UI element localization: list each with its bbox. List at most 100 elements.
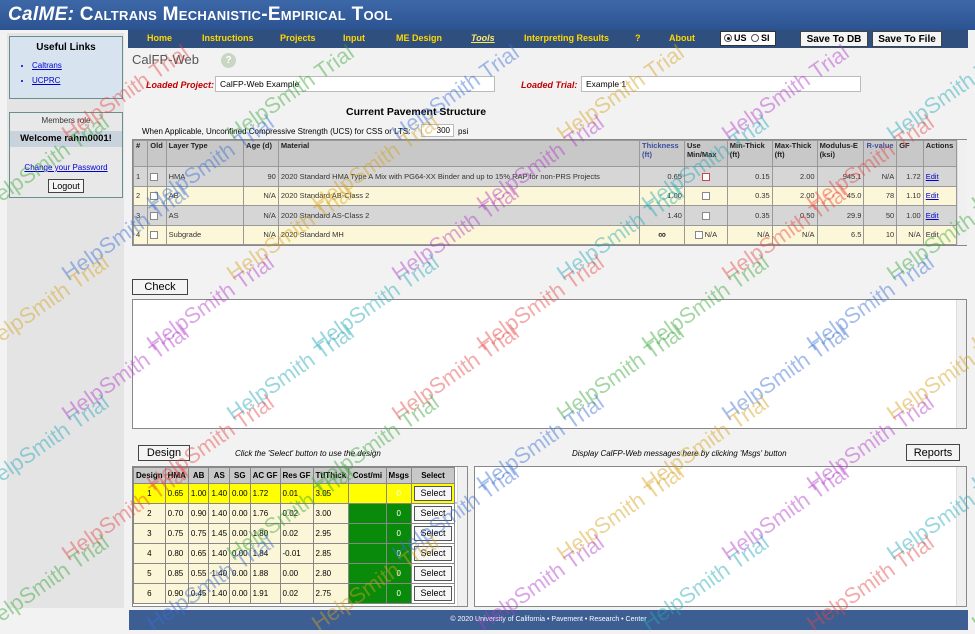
thickness[interactable]: 0.65 bbox=[639, 166, 685, 187]
loaded-trial-field[interactable]: Example 1 bbox=[581, 76, 861, 92]
check-output-area[interactable] bbox=[132, 299, 967, 429]
messages-output-area[interactable] bbox=[474, 466, 967, 607]
select-button[interactable]: Select bbox=[414, 506, 452, 521]
msgs-count[interactable]: 0 bbox=[385, 543, 413, 564]
select-button[interactable]: Select bbox=[414, 526, 452, 541]
min-thick[interactable]: 0.15 bbox=[726, 166, 773, 187]
hma: 0.75 bbox=[164, 523, 189, 544]
reports-button[interactable]: Reports bbox=[906, 444, 960, 461]
msgs-count[interactable]: 0 bbox=[385, 483, 413, 504]
messages-scrollbar[interactable] bbox=[956, 467, 966, 606]
min-thick[interactable]: N/A bbox=[726, 224, 773, 245]
select-cell: Select bbox=[411, 583, 455, 604]
material[interactable]: 2020 Standard AB-Class 2 bbox=[277, 185, 641, 206]
check-button[interactable]: Check bbox=[132, 279, 188, 295]
check-output-scrollbar[interactable] bbox=[956, 300, 966, 428]
radio-si[interactable] bbox=[751, 34, 759, 42]
nav-about[interactable]: About bbox=[669, 33, 695, 43]
old-checkbox[interactable] bbox=[150, 231, 159, 240]
unit-si-option[interactable]: SI bbox=[751, 33, 770, 43]
edit-link[interactable]: Edit bbox=[926, 191, 939, 200]
material[interactable]: 2020 Standard HMA Type A Mix with PG64-X… bbox=[277, 166, 641, 187]
msgs-count[interactable]: 0 bbox=[385, 583, 413, 604]
design-button[interactable]: Design bbox=[138, 445, 190, 461]
nav-home[interactable]: Home bbox=[147, 33, 172, 43]
layer-type[interactable]: HMA bbox=[165, 166, 245, 187]
main-content: CalFP-Web ? Loaded Project: CalFP-Web Ex… bbox=[129, 48, 968, 608]
ucs-input[interactable]: 300 bbox=[421, 124, 454, 137]
old-checkbox[interactable] bbox=[150, 172, 159, 181]
nav-me-design[interactable]: ME Design bbox=[396, 33, 442, 43]
ab: 0.90 bbox=[187, 503, 210, 524]
msgs-count[interactable]: 0 bbox=[385, 503, 413, 524]
design-table-scrollbar[interactable] bbox=[457, 467, 467, 606]
thickness[interactable]: 1.40 bbox=[639, 205, 685, 226]
min-thick[interactable]: 0.35 bbox=[726, 205, 773, 226]
select-button[interactable]: Select bbox=[414, 546, 452, 561]
use-min-max-checkbox[interactable] bbox=[701, 172, 710, 181]
layer-type[interactable]: AB bbox=[165, 185, 245, 206]
select-button[interactable]: Select bbox=[414, 486, 452, 501]
cost bbox=[348, 523, 387, 544]
save-to-file-button[interactable]: Save To File bbox=[872, 31, 942, 47]
age[interactable]: 90 bbox=[243, 166, 279, 187]
link-ucprc[interactable]: UCPRC bbox=[32, 76, 122, 85]
app-title-bar: CalME: Caltrans Mechanistic-Empirical To… bbox=[0, 0, 975, 30]
col-old: Old bbox=[147, 140, 167, 167]
col-material: Material bbox=[277, 140, 641, 167]
age[interactable]: N/A bbox=[243, 185, 279, 206]
edit-cell: Edit bbox=[922, 205, 958, 226]
loaded-project-field[interactable]: CalFP-Web Example bbox=[215, 76, 495, 92]
use-min-max-checkbox[interactable] bbox=[701, 192, 710, 201]
nav-interpreting-results[interactable]: Interpreting Results bbox=[524, 33, 609, 43]
nav-help[interactable]: ? bbox=[635, 33, 641, 43]
old-checkbox[interactable] bbox=[150, 192, 159, 201]
watermark-text: HelpSmith Trial bbox=[967, 390, 975, 496]
min-thick[interactable]: 0.35 bbox=[726, 185, 773, 206]
unit-us-option[interactable]: US bbox=[724, 33, 747, 43]
material[interactable]: 2020 Standard MH bbox=[277, 224, 641, 245]
max-thick[interactable]: 2.00 bbox=[771, 185, 818, 206]
layer-type[interactable]: AS bbox=[165, 205, 245, 226]
nav-input[interactable]: Input bbox=[343, 33, 365, 43]
edit-link[interactable]: Edit bbox=[926, 172, 939, 181]
link-caltrans[interactable]: Caltrans bbox=[32, 61, 122, 70]
logout-button[interactable]: Logout bbox=[48, 179, 84, 193]
design-number: 6 bbox=[133, 583, 166, 604]
thickness[interactable]: ∞ bbox=[639, 224, 685, 245]
col-design: Design bbox=[133, 467, 166, 484]
age[interactable]: N/A bbox=[243, 224, 279, 245]
nav-tools[interactable]: Tools bbox=[471, 33, 495, 43]
nav-projects[interactable]: Projects bbox=[280, 33, 316, 43]
use-min-max-checkbox[interactable] bbox=[701, 211, 710, 220]
age[interactable]: N/A bbox=[243, 205, 279, 226]
structure-table-scrollbar[interactable] bbox=[957, 140, 967, 245]
nav-instructions[interactable]: Instructions bbox=[202, 33, 254, 43]
app-title-rest: Caltrans Mechanistic-Empirical Tool bbox=[79, 4, 393, 25]
radio-us[interactable] bbox=[724, 34, 732, 42]
layer-type[interactable]: Subgrade bbox=[165, 224, 245, 245]
select-button[interactable]: Select bbox=[414, 566, 452, 581]
select-button[interactable]: Select bbox=[414, 586, 452, 601]
edit-cell: Edit bbox=[922, 185, 958, 206]
msgs-count[interactable]: 0 bbox=[385, 563, 413, 584]
col-rvalue: R-value bbox=[863, 140, 898, 167]
edit-link[interactable]: Edit bbox=[926, 211, 939, 220]
material[interactable]: 2020 Standard AS-Class 2 bbox=[277, 205, 641, 226]
edit-label[interactable]: Edit bbox=[926, 230, 939, 239]
max-thick[interactable]: N/A bbox=[771, 224, 818, 245]
ttl-thick: 2.95 bbox=[312, 523, 350, 544]
use-min-max-checkbox[interactable] bbox=[694, 231, 703, 240]
save-to-db-button[interactable]: Save To DB bbox=[800, 31, 868, 47]
thickness[interactable]: 1.00 bbox=[639, 185, 685, 206]
max-thick[interactable]: 2.00 bbox=[771, 166, 818, 187]
change-password-link[interactable]: Change your Password bbox=[10, 163, 122, 172]
design-number: 3 bbox=[133, 523, 166, 544]
ac-gf: 1.72 bbox=[249, 483, 281, 504]
max-thick[interactable]: 0.50 bbox=[771, 205, 818, 226]
ab: 0.65 bbox=[187, 543, 210, 564]
old-checkbox[interactable] bbox=[150, 211, 159, 220]
hma: 0.85 bbox=[164, 563, 189, 584]
msgs-count[interactable]: 0 bbox=[385, 523, 413, 544]
help-icon[interactable]: ? bbox=[221, 53, 236, 68]
